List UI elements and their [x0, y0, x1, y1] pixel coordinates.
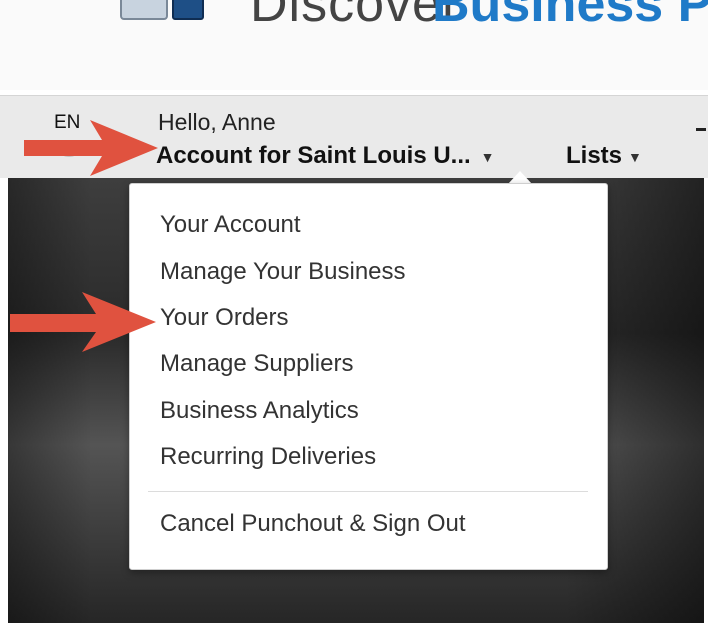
account-label: Account for Saint Louis U...: [156, 142, 471, 169]
banner-business-text: Business Prime: [432, 0, 708, 33]
screenshot-stage: Discover Business Prime EN Hello, Anne A…: [0, 0, 708, 625]
menu-item-manage-your-business[interactable]: Manage Your Business: [160, 258, 406, 286]
top-banner: Discover Business Prime: [0, 0, 708, 90]
menu-item-recurring-deliveries[interactable]: Recurring Deliveries: [160, 443, 376, 471]
edge-mark: [696, 128, 706, 131]
menu-item-your-account[interactable]: Your Account: [160, 211, 301, 239]
menu-divider: [148, 491, 588, 492]
menu-item-manage-suppliers[interactable]: Manage Suppliers: [160, 350, 353, 378]
logo-box-light: [120, 0, 168, 20]
lists-menu-button[interactable]: Lists ▼: [566, 142, 642, 170]
right-arrow-icon: [10, 292, 156, 352]
account-menu-button[interactable]: Account for Saint Louis U... ▼: [156, 142, 495, 170]
logo-box-dark: [172, 0, 204, 20]
chevron-down-icon: ▼: [628, 148, 642, 165]
menu-item-your-orders[interactable]: Your Orders: [160, 304, 289, 332]
menu-item-cancel-punchout-sign-out[interactable]: Cancel Punchout & Sign Out: [160, 510, 466, 538]
greeting-text: Hello, Anne: [158, 109, 276, 135]
account-dropdown-menu: Your Account Manage Your Business Your O…: [129, 183, 608, 570]
lists-label: Lists: [566, 142, 623, 169]
banner-logo: [120, 0, 240, 20]
chevron-down-icon: ▼: [480, 148, 495, 165]
menu-item-business-analytics[interactable]: Business Analytics: [160, 397, 359, 425]
right-arrow-icon: [24, 120, 158, 176]
banner-discover-text: Discover: [250, 0, 461, 33]
